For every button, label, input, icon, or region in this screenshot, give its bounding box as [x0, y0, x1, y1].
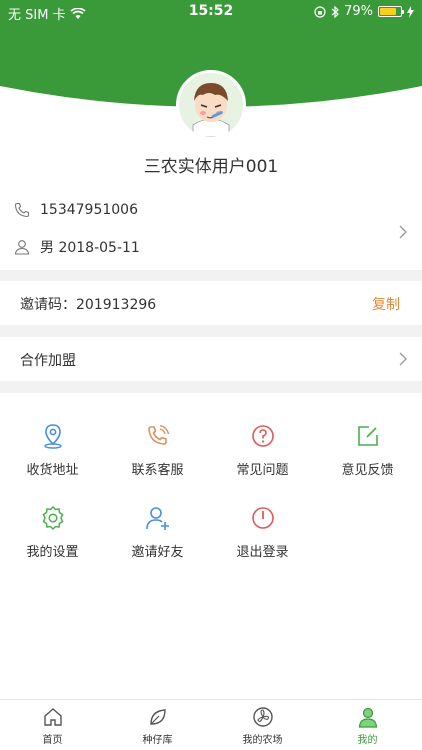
location-pin-icon [43, 424, 62, 449]
grid-item-feedback[interactable]: 意见反馈 [315, 423, 420, 493]
grid-item-service[interactable]: 联系客服 [105, 423, 210, 493]
grid-item-settings[interactable]: 我的设置 [0, 505, 105, 575]
gender-birth-row: 男 2018-05-11 [14, 237, 140, 257]
grid-item-logout[interactable]: 退出登录 [210, 505, 315, 575]
tab-label: 种仔库 [142, 735, 173, 746]
grid-item-faq[interactable]: 常见问题 [210, 423, 315, 493]
profile-info-card[interactable]: 15347951006 男 2018-05-11 [0, 192, 422, 270]
tab-home[interactable]: 首页 [0, 706, 105, 746]
grid-item-label: 联系客服 [131, 463, 184, 478]
phone-call-icon [147, 424, 169, 445]
tab-my-farm[interactable]: 我的农场 [210, 706, 315, 746]
chevron-right-icon [399, 225, 407, 239]
tab-seed-library[interactable]: 种仔库 [105, 706, 210, 746]
function-grid: 收货地址 联系客服 常见问题 意见反馈 我的设置 邀请好友 退出登录 [0, 393, 422, 699]
add-user-icon [145, 507, 169, 530]
grid-item-label: 退出登录 [236, 545, 289, 560]
phone-row: 15347951006 [14, 202, 138, 218]
user-outline-icon [14, 240, 30, 255]
status-bar: 无 SIM 卡 15:52 79% [0, 0, 422, 24]
phone-number: 15347951006 [40, 202, 138, 218]
gear-icon [42, 505, 63, 531]
phone-icon [14, 202, 30, 218]
user-icon [358, 707, 377, 728]
charging-icon [407, 5, 414, 18]
grid-item-label: 邀请好友 [131, 545, 184, 560]
bluetooth-icon [331, 5, 339, 18]
avatar-illustration [179, 73, 243, 137]
grid-item-label: 意见反馈 [341, 463, 394, 478]
home-icon [43, 708, 62, 726]
tab-mine[interactable]: 我的 [315, 706, 420, 746]
gender-birthdate: 男 2018-05-11 [40, 240, 140, 256]
grid-item-label: 我的设置 [26, 545, 79, 560]
battery-percent: 79% [344, 4, 373, 19]
fan-icon [252, 707, 273, 727]
partner-join-label: 合作加盟 [20, 353, 76, 369]
grid-item-label: 收货地址 [26, 463, 79, 478]
tab-label: 首页 [42, 735, 63, 746]
grid-item-label: 常见问题 [236, 463, 289, 478]
tab-bar: 首页 种仔库 我的农场 我的 [0, 699, 422, 750]
orientation-lock-icon [314, 5, 326, 18]
invite-code-label: 邀请码：201913296 [20, 297, 157, 313]
partner-join-row[interactable]: 合作加盟 [0, 337, 422, 381]
battery-icon [378, 6, 404, 17]
copy-button[interactable]: 复制 [372, 294, 400, 314]
grid-item-address[interactable]: 收货地址 [0, 423, 105, 493]
grid-item-invite[interactable]: 邀请好友 [105, 505, 210, 575]
edit-feedback-icon [357, 426, 378, 446]
username: 三农实体用户001 [143, 157, 279, 177]
invite-code-row: 邀请码：201913296 复制 [0, 281, 422, 325]
tab-label: 我的 [357, 735, 378, 746]
chevron-right-icon [399, 352, 407, 366]
leaf-icon [149, 709, 166, 725]
tab-label: 我的农场 [242, 735, 283, 746]
avatar[interactable] [176, 70, 246, 140]
question-icon [251, 425, 274, 447]
power-icon [251, 507, 274, 529]
